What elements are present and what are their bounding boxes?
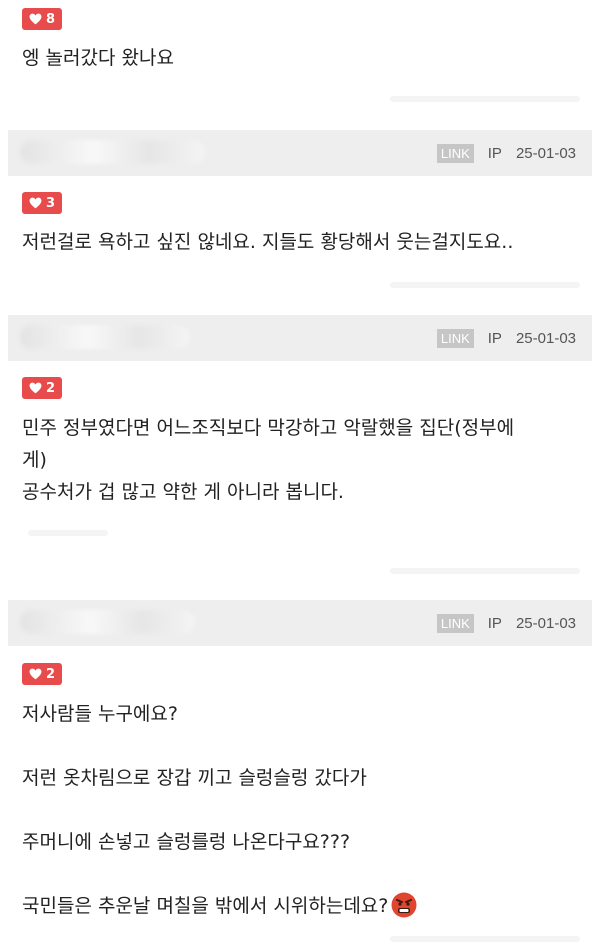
link-badge[interactable]: LINK xyxy=(436,328,474,348)
blurred-username xyxy=(20,610,195,634)
comment-text: 저런걸로 욕하고 싶진 않네요. 지들도 황당해서 웃는걸지도요.. xyxy=(22,226,582,258)
heart-icon xyxy=(29,197,42,209)
comment-header: LINK IP 25-01-03 xyxy=(8,600,592,646)
ip-label: IP xyxy=(487,614,502,632)
faded-meta xyxy=(390,936,580,942)
blurred-username xyxy=(20,140,205,164)
comment-line: 국민들은 추운날 며칠을 밖에서 시위하는데요? xyxy=(22,890,582,922)
comment-date: 25-01-03 xyxy=(515,614,576,632)
comment-line-text: 국민들은 추운날 며칠을 밖에서 시위하는데요? xyxy=(22,895,389,917)
comment-date: 25-01-03 xyxy=(515,144,576,162)
comment-header: LINK IP 25-01-03 xyxy=(8,130,592,176)
faded-meta xyxy=(390,568,580,574)
heart-icon xyxy=(29,668,42,680)
like-count: 3 xyxy=(46,195,56,211)
angry-face-emoji-icon xyxy=(391,892,417,918)
comment-line: 민주 정부였다면 어느조직보다 막강하고 악랄했을 집단(정부에 xyxy=(22,417,515,439)
comment-text: 엥 놀러갔다 왔나요 xyxy=(22,42,582,74)
comment-text: 민주 정부였다면 어느조직보다 막강하고 악랄했을 집단(정부에 게) 공수처가… xyxy=(22,412,582,508)
comment-line: 주머니에 손넣고 슬렁를렁 나온다구요??? xyxy=(22,831,351,853)
faded-meta xyxy=(28,530,108,536)
faded-meta xyxy=(390,282,580,288)
link-badge[interactable]: LINK xyxy=(436,143,474,163)
like-count: 2 xyxy=(46,666,56,682)
like-count: 2 xyxy=(46,380,56,396)
comment-line: 저사람들 누구에요? xyxy=(22,703,178,725)
link-badge[interactable]: LINK xyxy=(436,613,474,633)
heart-icon xyxy=(29,382,42,394)
like-badge[interactable]: 2 xyxy=(22,377,63,399)
comment-line: 공수처가 겁 많고 약한 게 아니라 봅니다. xyxy=(22,481,344,503)
ip-label: IP xyxy=(487,329,502,347)
comment-line: 엥 놀러갔다 왔나요 xyxy=(22,47,174,69)
faded-meta xyxy=(390,96,580,102)
comment-line: 게) xyxy=(22,449,47,471)
ip-label: IP xyxy=(487,144,502,162)
heart-icon xyxy=(29,13,42,25)
like-badge[interactable]: 3 xyxy=(22,192,63,214)
like-badge[interactable]: 2 xyxy=(22,663,63,685)
like-badge[interactable]: 8 xyxy=(22,8,63,30)
comment-line: 저런 옷차림으로 장갑 끼고 슬렁슬렁 갔다가 xyxy=(22,767,367,789)
blurred-username xyxy=(20,325,190,349)
comment-line: 저런걸로 욕하고 싶진 않네요. 지들도 황당해서 웃는걸지도요.. xyxy=(22,231,514,253)
comment-text: 저사람들 누구에요? 저런 옷차림으로 장갑 끼고 슬렁슬렁 갔다가 주머니에 … xyxy=(22,698,582,922)
comment-date: 25-01-03 xyxy=(515,329,576,347)
comment-header: LINK IP 25-01-03 xyxy=(8,315,592,361)
like-count: 8 xyxy=(46,11,56,27)
